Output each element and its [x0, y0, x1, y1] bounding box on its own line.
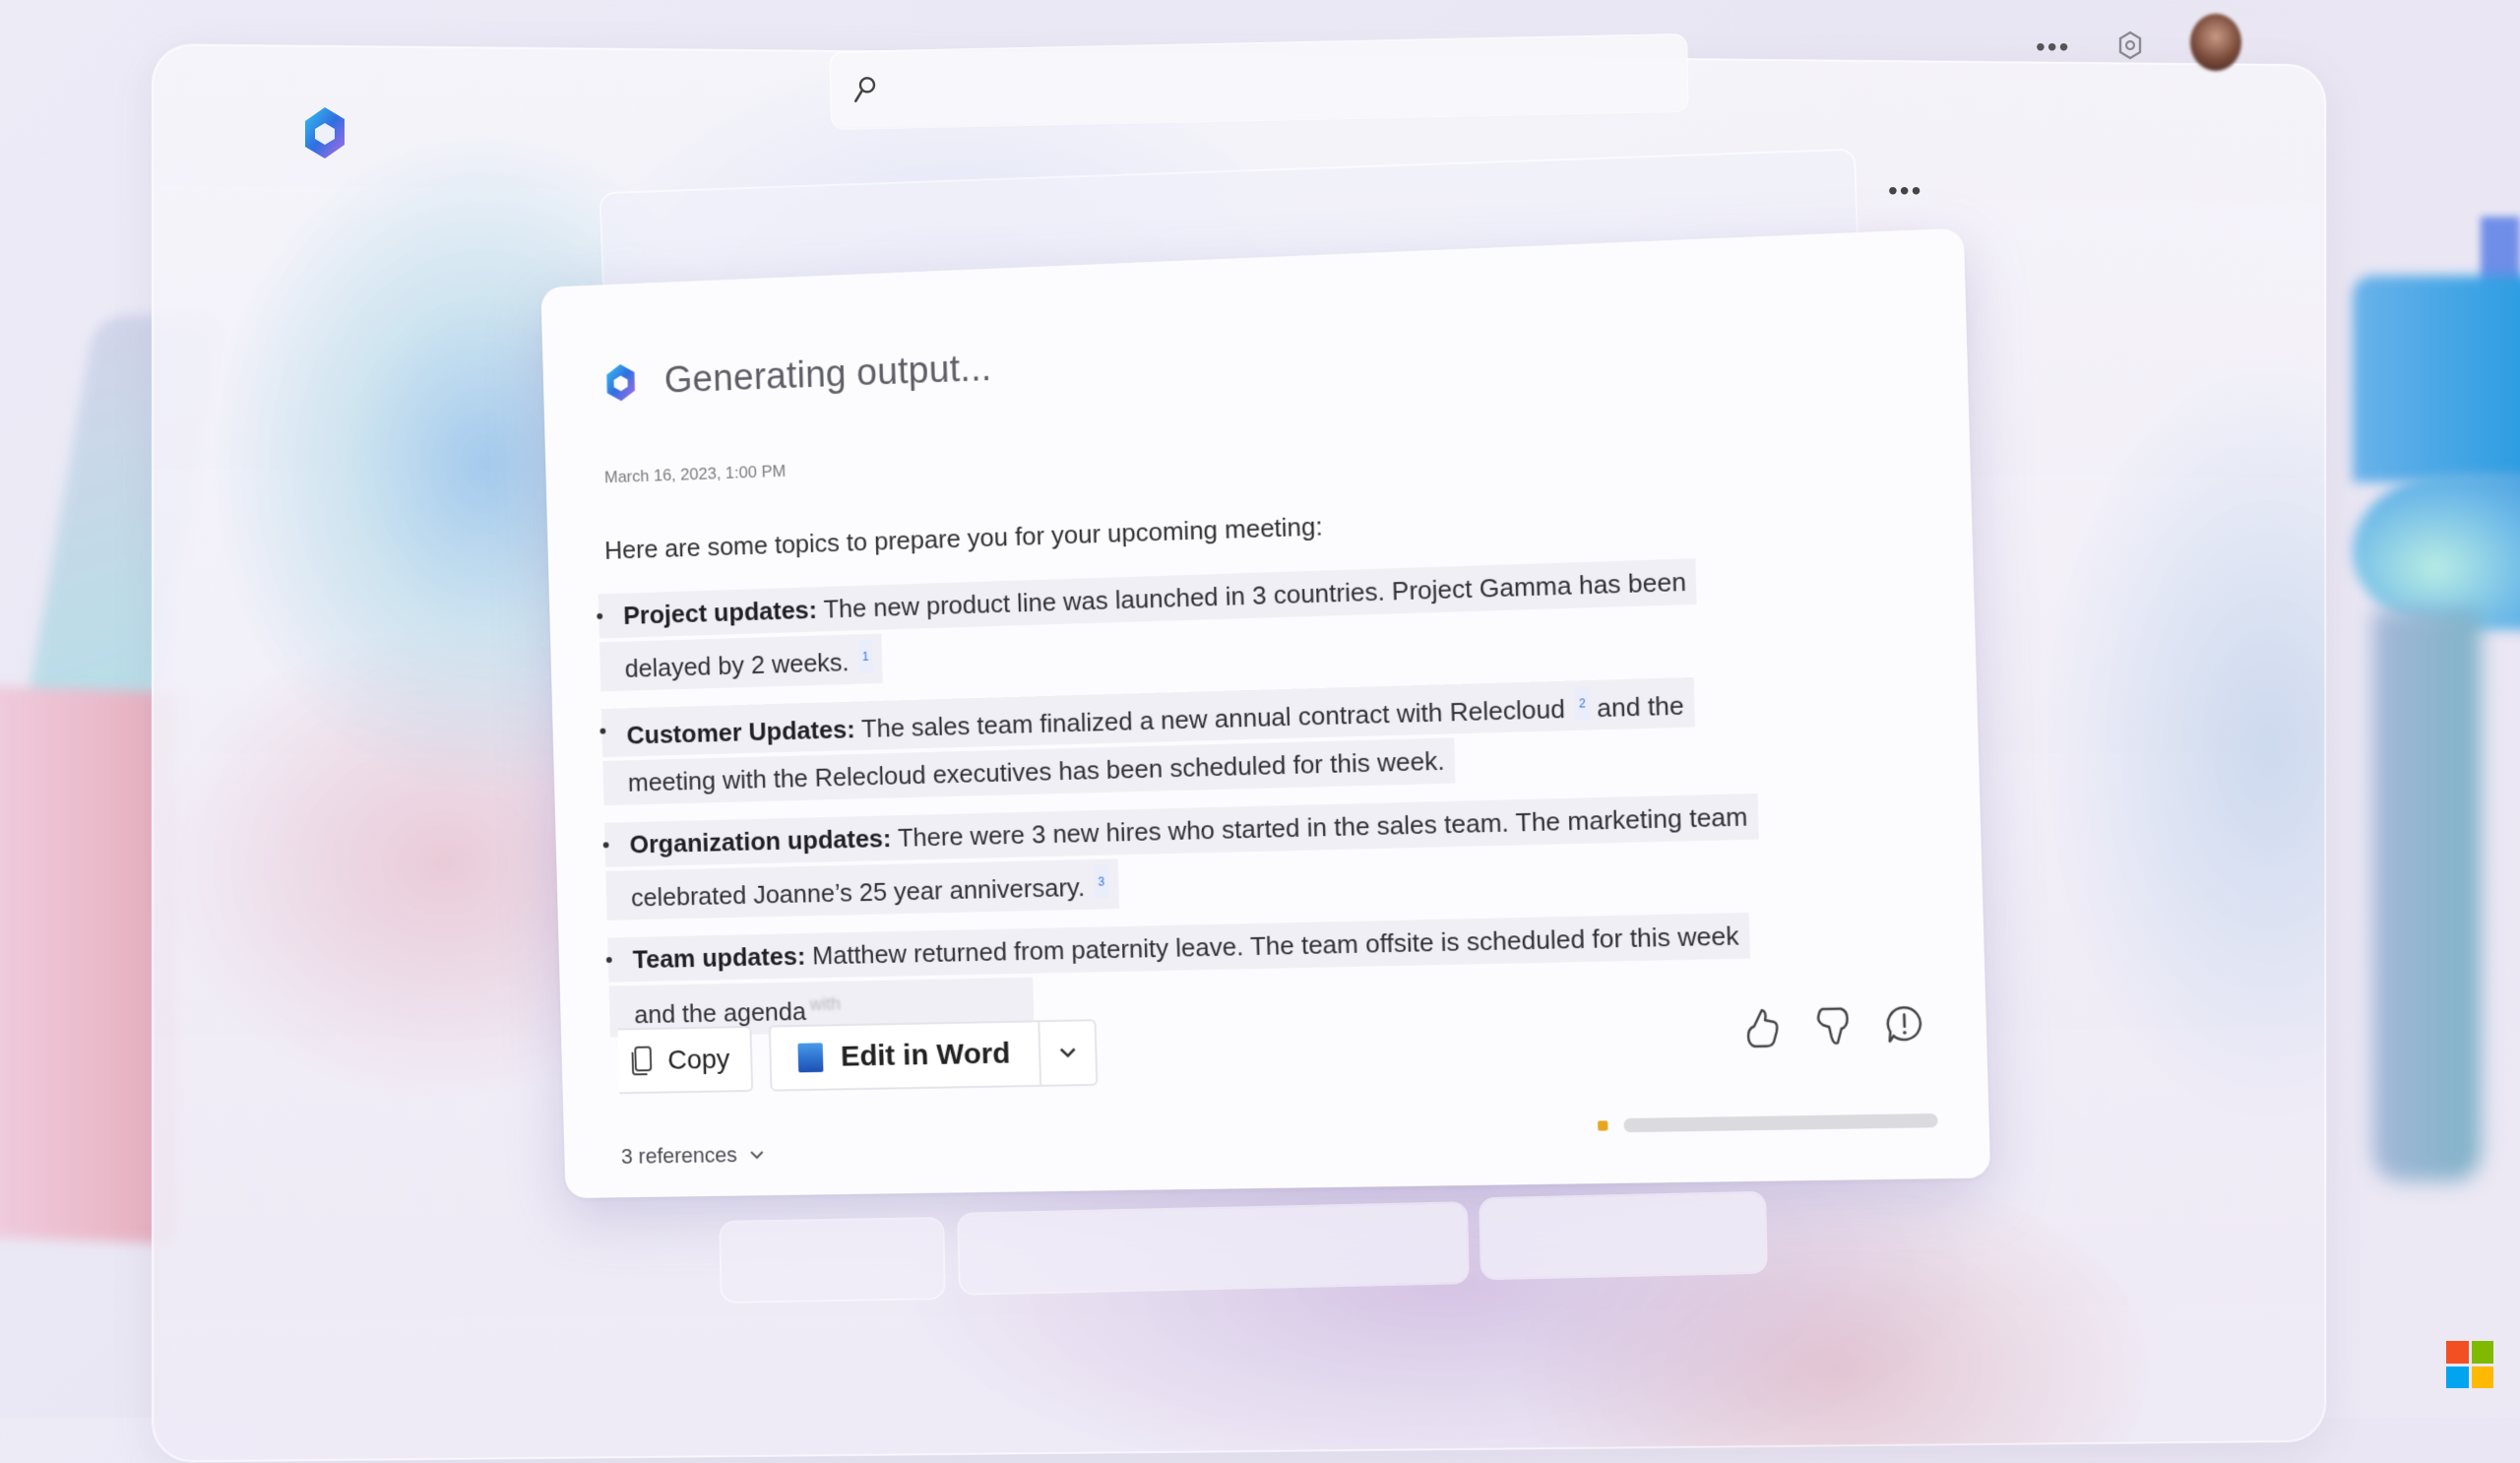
background-shape — [0, 686, 177, 1244]
topic-text: delayed by 2 weeks. — [624, 647, 850, 682]
chevron-down-icon — [748, 1149, 766, 1161]
list-item: Customer Updates: The sales team finaliz… — [601, 671, 1879, 809]
topic-label: Team updates: — [632, 941, 805, 974]
feedback-alert-icon[interactable] — [1883, 1003, 1925, 1049]
topic-text: The new product line was launched in 3 c… — [817, 567, 1687, 624]
references-label: 3 references — [621, 1142, 738, 1169]
intro-text: Here are some topics to prepare you for … — [604, 511, 1323, 565]
thumbs-up-icon[interactable] — [1741, 1006, 1783, 1050]
response-title: Generating output... — [663, 348, 992, 402]
word-icon — [798, 1043, 824, 1072]
topic-text: and the — [1597, 690, 1684, 723]
more-options-icon[interactable]: ••• — [1888, 175, 1922, 207]
citation-link[interactable]: 1 — [858, 640, 873, 673]
gear-icon[interactable] — [2114, 30, 2146, 61]
list-item: Team updates: Matthew returned from pate… — [607, 910, 1886, 1041]
suggestion-chip[interactable] — [721, 1219, 943, 1302]
streaming-text: with — [809, 994, 841, 1014]
copy-icon — [629, 1046, 655, 1077]
logo-square — [2446, 1367, 2469, 1389]
topic-list: Project updates: The new product line wa… — [598, 552, 1887, 1053]
thumbs-down-icon[interactable] — [1812, 1004, 1855, 1050]
citation-link[interactable]: 2 — [1574, 686, 1590, 721]
logo-square — [2472, 1367, 2494, 1389]
logo-square — [2446, 1341, 2469, 1364]
edit-in-word-button[interactable]: Edit in Word — [771, 1022, 1041, 1089]
bullet-dot — [599, 728, 605, 733]
generation-progress — [1598, 1113, 1938, 1133]
response-actions: Copy Edit in Word — [617, 1019, 1098, 1094]
suggestion-chip[interactable] — [1480, 1193, 1766, 1279]
feedback-buttons — [1741, 1003, 1925, 1050]
bullet-dot — [606, 957, 612, 963]
background-shape — [2353, 473, 2520, 630]
microsoft-logo-icon — [2446, 1341, 2493, 1388]
response-card: Generating output... March 16, 2023, 1:0… — [540, 228, 1990, 1199]
timestamp: March 16, 2023, 1:00 PM — [604, 462, 787, 487]
topic-text: There were 3 new hires who started in th… — [891, 802, 1748, 854]
topic-label: Project updates: — [623, 595, 818, 630]
topic-text: meeting with the Relecloud executives ha… — [628, 746, 1445, 797]
progress-indicator — [1598, 1120, 1607, 1130]
topic-label: Customer Updates: — [626, 714, 855, 749]
card-header: Generating output... — [599, 347, 992, 405]
copilot-logo-icon[interactable] — [295, 103, 354, 162]
references-toggle[interactable]: 3 references — [621, 1142, 767, 1170]
progress-track — [1623, 1113, 1937, 1132]
background-shape — [2372, 610, 2481, 1181]
suggestion-chip[interactable] — [959, 1203, 1468, 1294]
list-item: Project updates: The new product line wa… — [598, 552, 1876, 695]
citation-link[interactable]: 3 — [1094, 865, 1108, 899]
chevron-down-icon — [1058, 1046, 1078, 1059]
topic-text: Matthew returned from paternity leave. T… — [805, 921, 1739, 970]
copy-label: Copy — [667, 1044, 730, 1076]
user-avatar[interactable] — [2190, 14, 2241, 71]
background-shape — [2353, 276, 2520, 482]
topic-text: celebrated Joanne’s 25 year anniversary. — [631, 872, 1086, 912]
edit-in-word-split-button: Edit in Word — [769, 1019, 1099, 1091]
logo-square — [2472, 1341, 2494, 1364]
copy-button[interactable]: Copy — [617, 1026, 753, 1094]
progress-fill — [1623, 1118, 1633, 1132]
edit-options-dropdown[interactable] — [1040, 1021, 1097, 1085]
search-icon — [851, 74, 880, 104]
list-item: Organization updates: There were 3 new h… — [604, 791, 1882, 924]
copilot-icon — [599, 360, 642, 405]
topic-text: and the agenda — [634, 996, 806, 1029]
more-options-icon[interactable]: ••• — [2036, 37, 2070, 57]
edit-in-word-label: Edit in Word — [840, 1038, 1010, 1074]
topic-label: Organization updates: — [629, 824, 892, 859]
topic-text: The sales team finalized a new annual co… — [854, 693, 1565, 742]
